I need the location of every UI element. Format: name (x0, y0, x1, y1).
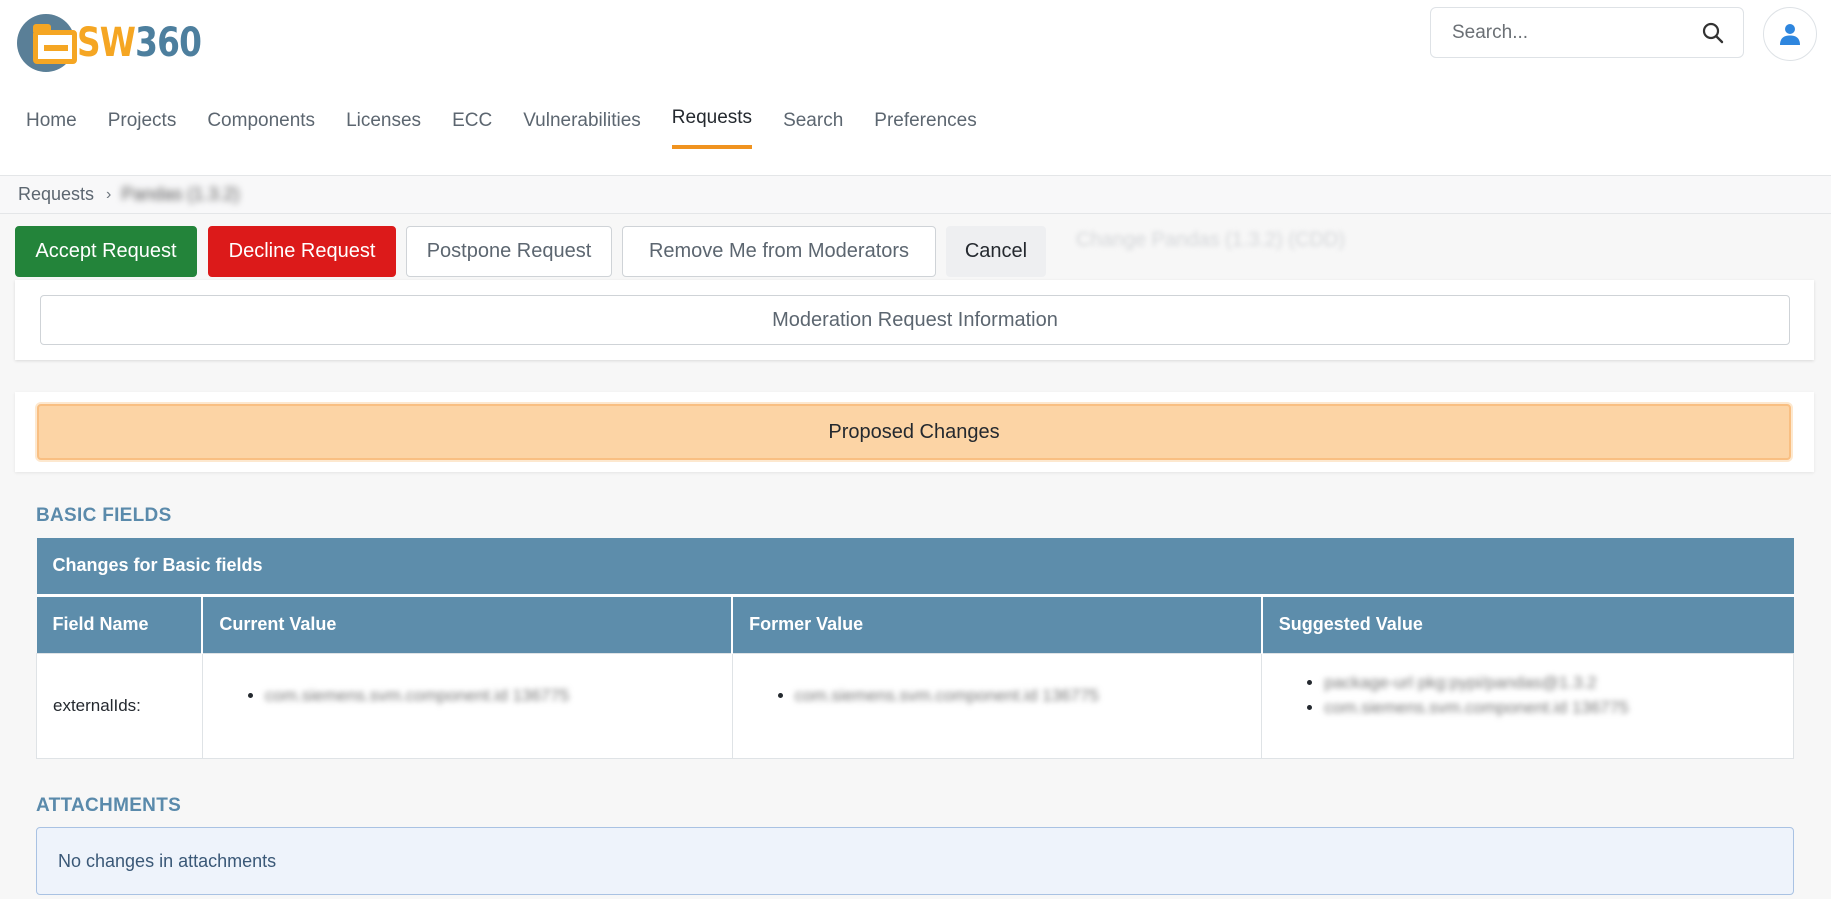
nav-components[interactable]: Components (207, 110, 315, 152)
list-item: com.siemens.svm.component.id 136775 (795, 683, 1262, 708)
breadcrumb-requests-link[interactable]: Requests (18, 184, 94, 205)
moderation-info-toggle[interactable]: Moderation Request Information (40, 295, 1790, 345)
search-icon[interactable] (1701, 21, 1725, 45)
list-item: package-url pkg:pypi/pandas@1.3.2 (1324, 670, 1793, 695)
column-header-current-value: Current Value (202, 595, 734, 653)
column-header-field-name: Field Name (36, 595, 204, 653)
field-name-cell: externalIds: (36, 652, 203, 759)
user-icon (1780, 24, 1800, 45)
nav-search[interactable]: Search (783, 110, 843, 152)
main-nav: Home Projects Components Licenses ECC Vu… (26, 107, 1008, 152)
breadcrumb: Requests › Pandas (1.3.2) (0, 175, 1831, 214)
nav-home[interactable]: Home (26, 110, 77, 152)
column-header-former-value: Former Value (732, 595, 1263, 653)
former-value-cell: com.siemens.svm.component.id 136775 (731, 652, 1263, 759)
column-header-suggested-value: Suggested Value (1261, 595, 1794, 653)
cancel-button[interactable]: Cancel (946, 226, 1046, 277)
nav-preferences[interactable]: Preferences (874, 110, 976, 152)
proposed-changes-card: Proposed Changes (15, 392, 1814, 472)
basic-fields-table: Changes for Basic fields Field Name Curr… (36, 538, 1794, 759)
breadcrumb-current: Pandas (1.3.2) (121, 184, 240, 204)
logo-text: SW360 (77, 20, 202, 66)
proposed-changes-header[interactable]: Proposed Changes (37, 404, 1791, 460)
list-item: com.siemens.svm.component.id 136775 (265, 683, 732, 708)
search-box (1430, 7, 1744, 58)
chevron-right-icon: › (106, 185, 112, 203)
logo-icon (17, 14, 77, 72)
top-bar: SW360 Home Projects Components Licenses … (0, 0, 1831, 175)
list-item: com.siemens.svm.component.id 136775 (1324, 695, 1793, 720)
nav-licenses[interactable]: Licenses (346, 110, 421, 152)
decline-request-button[interactable]: Decline Request (208, 226, 396, 277)
request-title: Change Pandas (1.3.2) (CDD) (1076, 229, 1346, 251)
table-row: externalIds: com.siemens.svm.component.i… (36, 652, 1794, 759)
table-caption: Changes for Basic fields (36, 538, 1794, 597)
suggested-value-cell: package-url pkg:pypi/pandas@1.3.2 com.si… (1261, 652, 1794, 759)
basic-fields-heading: BASIC FIELDS (36, 505, 172, 526)
nav-projects[interactable]: Projects (108, 110, 177, 152)
nav-ecc[interactable]: ECC (452, 110, 492, 152)
nav-vulnerabilities[interactable]: Vulnerabilities (523, 110, 641, 152)
remove-moderator-button[interactable]: Remove Me from Moderators (622, 226, 936, 277)
accept-request-button[interactable]: Accept Request (15, 226, 197, 277)
attachments-heading: ATTACHMENTS (36, 795, 182, 816)
sw360-logo[interactable]: SW360 (17, 12, 228, 74)
search-input[interactable] (1452, 21, 1692, 44)
postpone-request-button[interactable]: Postpone Request (406, 226, 612, 277)
current-value-cell: com.siemens.svm.component.id 136775 (201, 652, 733, 759)
attachments-info-alert: No changes in attachments (36, 827, 1794, 895)
user-avatar-button[interactable] (1763, 7, 1817, 61)
nav-requests[interactable]: Requests (671, 107, 753, 149)
moderation-info-card: Moderation Request Information (15, 280, 1814, 360)
